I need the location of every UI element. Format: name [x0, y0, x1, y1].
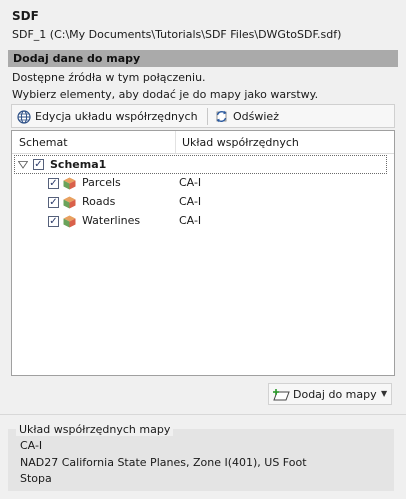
globe-icon	[17, 109, 31, 124]
tree-row-roads[interactable]: ✓ Roads CA-I	[12, 193, 394, 212]
layer-coordinate-system: CA-I	[179, 176, 202, 189]
refresh-button[interactable]: Odśwież	[211, 107, 282, 126]
layer-coordinate-system: CA-I	[179, 214, 202, 227]
layer-name: Parcels	[82, 176, 121, 189]
layer-cube-icon	[63, 215, 76, 228]
description-line-2: Wybierz elementy, aby dodać je do mapy j…	[12, 88, 319, 101]
column-divider[interactable]	[175, 131, 176, 153]
layer-cube-icon	[63, 177, 76, 190]
edit-coordinate-system-label: Edycja układu współrzędnych	[35, 110, 198, 123]
map-coordinate-system-code: CA-I	[20, 439, 43, 452]
tree-row-parcels[interactable]: ✓ Parcels CA-I	[12, 174, 394, 193]
layer-name: Roads	[82, 195, 116, 208]
add-to-map-icon	[273, 389, 290, 401]
column-header-coordinate-system[interactable]: Układ współrzędnych	[182, 136, 299, 149]
edit-coordinate-system-button[interactable]: Edycja układu współrzędnych	[14, 107, 201, 126]
map-coordinate-system-unit: Stopa	[20, 472, 52, 485]
tree-row-waterlines[interactable]: ✓ Waterlines CA-I	[12, 212, 394, 231]
map-coordinate-system-title: Układ współrzędnych mapy	[16, 423, 174, 436]
refresh-icon	[216, 110, 227, 123]
section-header: Dodaj dane do mapy	[8, 50, 398, 67]
parcels-checkbox[interactable]: ✓	[48, 178, 59, 189]
expand-arrow-icon[interactable]	[18, 161, 28, 169]
divider	[0, 414, 406, 415]
description-line-1: Dostępne źródła w tym połączeniu.	[12, 71, 206, 84]
toolbar-separator	[207, 108, 208, 125]
toolbar: Edycja układu współrzędnych Odśwież	[11, 104, 395, 128]
schema-name: Schema1	[50, 158, 107, 171]
refresh-label: Odśwież	[233, 110, 279, 123]
panel-title: SDF	[12, 9, 39, 23]
column-header-schema[interactable]: Schemat	[19, 136, 68, 149]
section-title: Dodaj dane do mapy	[13, 52, 141, 65]
map-coordinate-system-description: NAD27 California State Planes, Zone I(40…	[20, 456, 307, 469]
layers-tree-grid[interactable]: Schemat Układ współrzędnych ✓ Schema1 ✓ …	[11, 130, 395, 376]
layer-name: Waterlines	[82, 214, 141, 227]
add-to-map-button[interactable]: Dodaj do mapy ▼	[268, 383, 392, 405]
layer-cube-icon	[63, 196, 76, 209]
map-coordinate-system-group: Układ współrzędnych mapy CA-I NAD27 Cali…	[8, 423, 394, 491]
waterlines-checkbox[interactable]: ✓	[48, 216, 59, 227]
dropdown-arrow-icon[interactable]: ▼	[381, 389, 387, 398]
tree-row-schema[interactable]: ✓ Schema1	[14, 155, 387, 174]
connection-name: SDF_1 (C:\My Documents\Tutorials\SDF Fil…	[12, 28, 342, 41]
add-to-map-label: Dodaj do mapy	[293, 388, 377, 401]
grid-header: Schemat Układ współrzędnych	[12, 131, 394, 154]
schema-checkbox[interactable]: ✓	[33, 159, 44, 170]
layer-coordinate-system: CA-I	[179, 195, 202, 208]
roads-checkbox[interactable]: ✓	[48, 197, 59, 208]
